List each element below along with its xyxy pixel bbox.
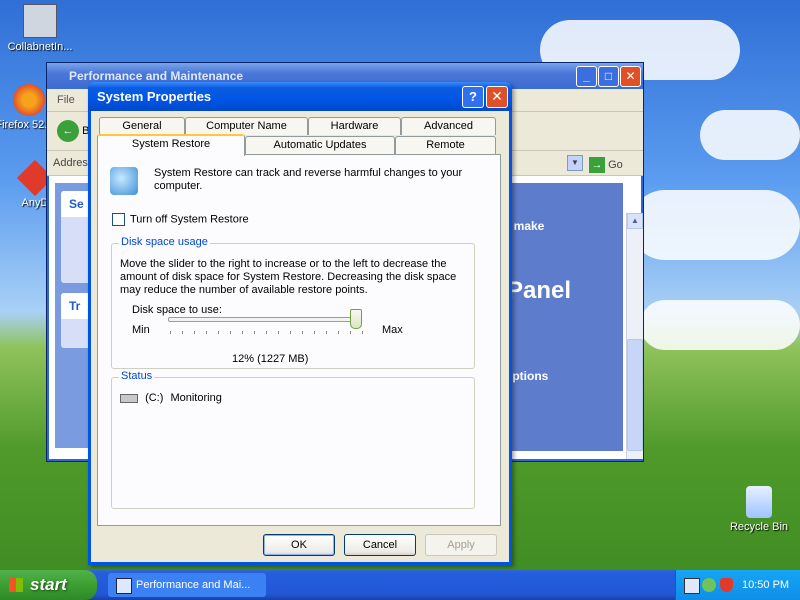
tab-general[interactable]: General [99,117,185,135]
scroll-up-arrow-icon[interactable]: ▲ [627,213,643,229]
help-button[interactable]: ? [462,86,484,108]
slider-tick [170,331,171,334]
system-properties-dialog[interactable]: System Properties ? ✕ General Computer N… [88,82,512,565]
desktop-icon-collabnet[interactable]: CollabnetIn... [5,4,75,53]
windows-flag-icon [9,578,23,592]
window-title: Performance and Maintenance [69,69,244,83]
recycle-bin-icon [746,486,772,518]
taskbar: start Performance and Mai... 10:50 PM [0,570,800,600]
turn-off-checkbox-row[interactable]: Turn off System Restore [112,213,249,226]
slider-tick [302,331,303,334]
clock[interactable]: 10:50 PM [742,570,789,600]
tab-system-restore[interactable]: System Restore [97,134,245,156]
close-button[interactable]: ✕ [620,66,641,87]
disk-space-slider-track[interactable] [168,317,360,322]
slider-tick [266,331,267,334]
disk-space-description: Move the slider to the right to increase… [120,258,457,296]
slider-tick [338,331,339,334]
slider-tick [194,331,195,334]
slider-tick [326,331,327,334]
slider-tick [278,331,279,334]
go-arrow-icon: → [589,157,605,173]
slider-tick [230,331,231,334]
control-panel-icon [116,578,132,594]
firefox-icon [13,84,45,116]
status-row[interactable]: (C:) Monitoring [120,392,222,404]
close-button[interactable]: ✕ [486,86,508,108]
status-state: Monitoring [170,392,222,404]
cloud [640,300,800,350]
turn-off-label: Turn off System Restore [130,213,249,226]
tab-automatic-updates[interactable]: Automatic Updates [245,136,395,154]
back-button[interactable]: ← [57,120,79,142]
tab-remote[interactable]: Remote [395,136,496,154]
slider-tick [362,331,363,334]
dialog-title-bar[interactable]: System Properties ? ✕ [88,82,512,111]
network-icon[interactable] [684,578,700,594]
tab-computer-name[interactable]: Computer Name [185,117,308,135]
application-icon [23,4,57,38]
desktop-icon-recycle-bin[interactable]: Recycle Bin [724,486,794,533]
slider-tick [206,331,207,334]
slider-tick [182,331,183,334]
taskbar-item-performance[interactable]: Performance and Mai... [108,573,266,597]
slider-tick [290,331,291,334]
disk-space-legend: Disk space usage [119,236,210,248]
scroll-thumb[interactable] [627,339,643,451]
slider-tick [218,331,219,334]
menu-file[interactable]: File [57,94,75,106]
slider-label: Disk space to use: [132,304,222,316]
system-restore-icon [110,167,138,195]
slider-value-text: 12% (1227 MB) [232,353,309,365]
status-group: Status (C:) Monitoring [111,370,475,509]
slider-min-label: Min [132,324,150,336]
status-legend: Status [119,370,155,382]
disk-space-slider-thumb[interactable] [350,309,362,329]
content-heading: Panel [507,277,572,304]
cloud [630,190,800,260]
maximize-button[interactable]: □ [598,66,619,87]
start-button[interactable]: start [0,570,97,600]
minimize-button[interactable]: _ [576,66,597,87]
tab-panel-system-restore: System Restore can track and reverse har… [97,154,501,526]
vertical-scrollbar[interactable]: ▲ [626,213,643,459]
ok-button[interactable]: OK [263,534,335,556]
slider-max-label: Max [382,324,403,336]
cloud [700,110,800,160]
tab-hardware[interactable]: Hardware [308,117,401,135]
address-dropdown[interactable]: ▼ [567,155,583,171]
cancel-button[interactable]: Cancel [344,534,416,556]
go-label: Go [608,159,623,171]
status-drive: (C:) [145,392,164,404]
dialog-title: System Properties [97,89,212,104]
slider-tick [314,331,315,334]
security-shield-icon[interactable] [720,578,733,592]
apply-button[interactable]: Apply [425,534,497,556]
tab-advanced[interactable]: Advanced [401,117,496,135]
disk-space-group: Disk space usage Move the slider to the … [111,236,475,369]
slider-tick [350,331,351,334]
slider-tick [242,331,243,334]
system-tray: 10:50 PM [675,570,800,600]
slider-tick [254,331,255,334]
intro-text: System Restore can track and reverse har… [154,167,463,192]
go-button[interactable]: → Go [589,153,623,177]
turn-off-checkbox[interactable] [112,213,125,226]
start-label: start [30,575,67,594]
drive-icon [120,393,138,403]
taskbar-item-label: Performance and Mai... [136,579,251,591]
address-label: Addres [53,157,88,169]
update-icon[interactable] [702,578,716,592]
